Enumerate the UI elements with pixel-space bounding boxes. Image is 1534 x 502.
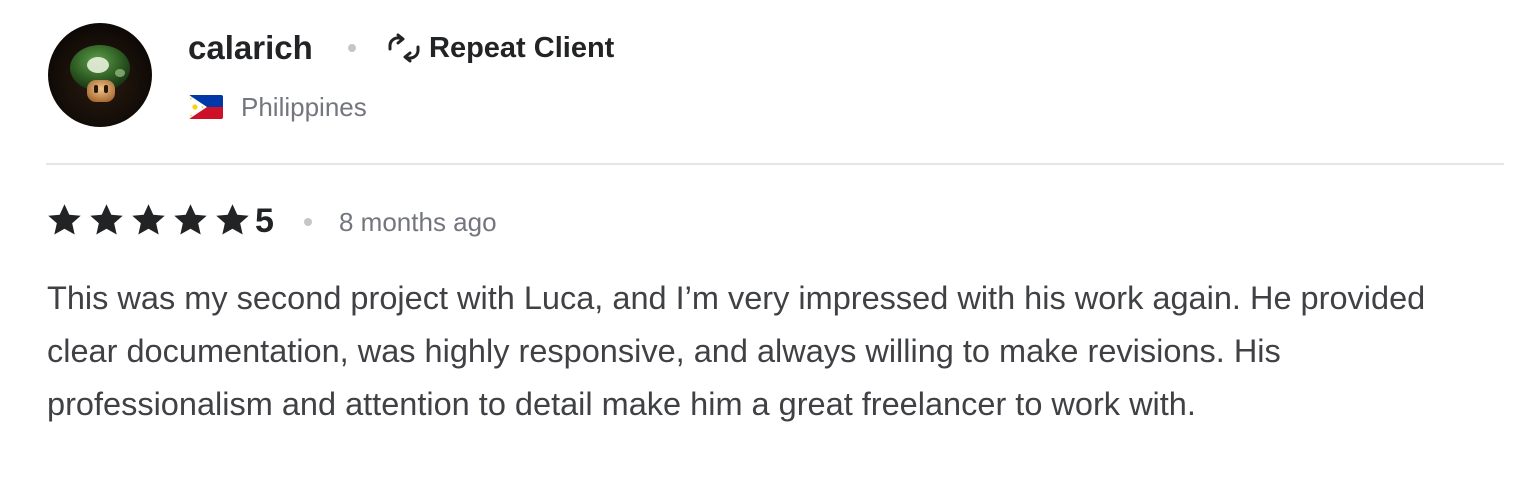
review-card: calarich Repeat Client Philippines 5 8 m… [0,0,1534,502]
review-timestamp: 8 months ago [339,207,497,237]
avatar[interactable] [48,23,152,127]
philippines-flag-icon [189,95,223,119]
star-icon [132,204,165,235]
divider [46,163,1504,165]
separator-dot [304,218,312,226]
star-icon [216,204,249,235]
review-text: This was my second project with Luca, an… [47,280,1426,422]
separator-dot [348,44,356,52]
repeat-client-badge: Repeat Client [429,32,615,64]
star-icon [90,204,123,235]
star-rating [46,202,251,238]
mushroom-avatar-icon [70,45,130,102]
star-icon [48,204,81,235]
star-icon [174,204,207,235]
reviewer-username[interactable]: calarich [188,26,313,70]
reviewer-country: Philippines [241,92,367,122]
rating-value: 5 [255,202,274,240]
repeat-icon [388,33,420,63]
